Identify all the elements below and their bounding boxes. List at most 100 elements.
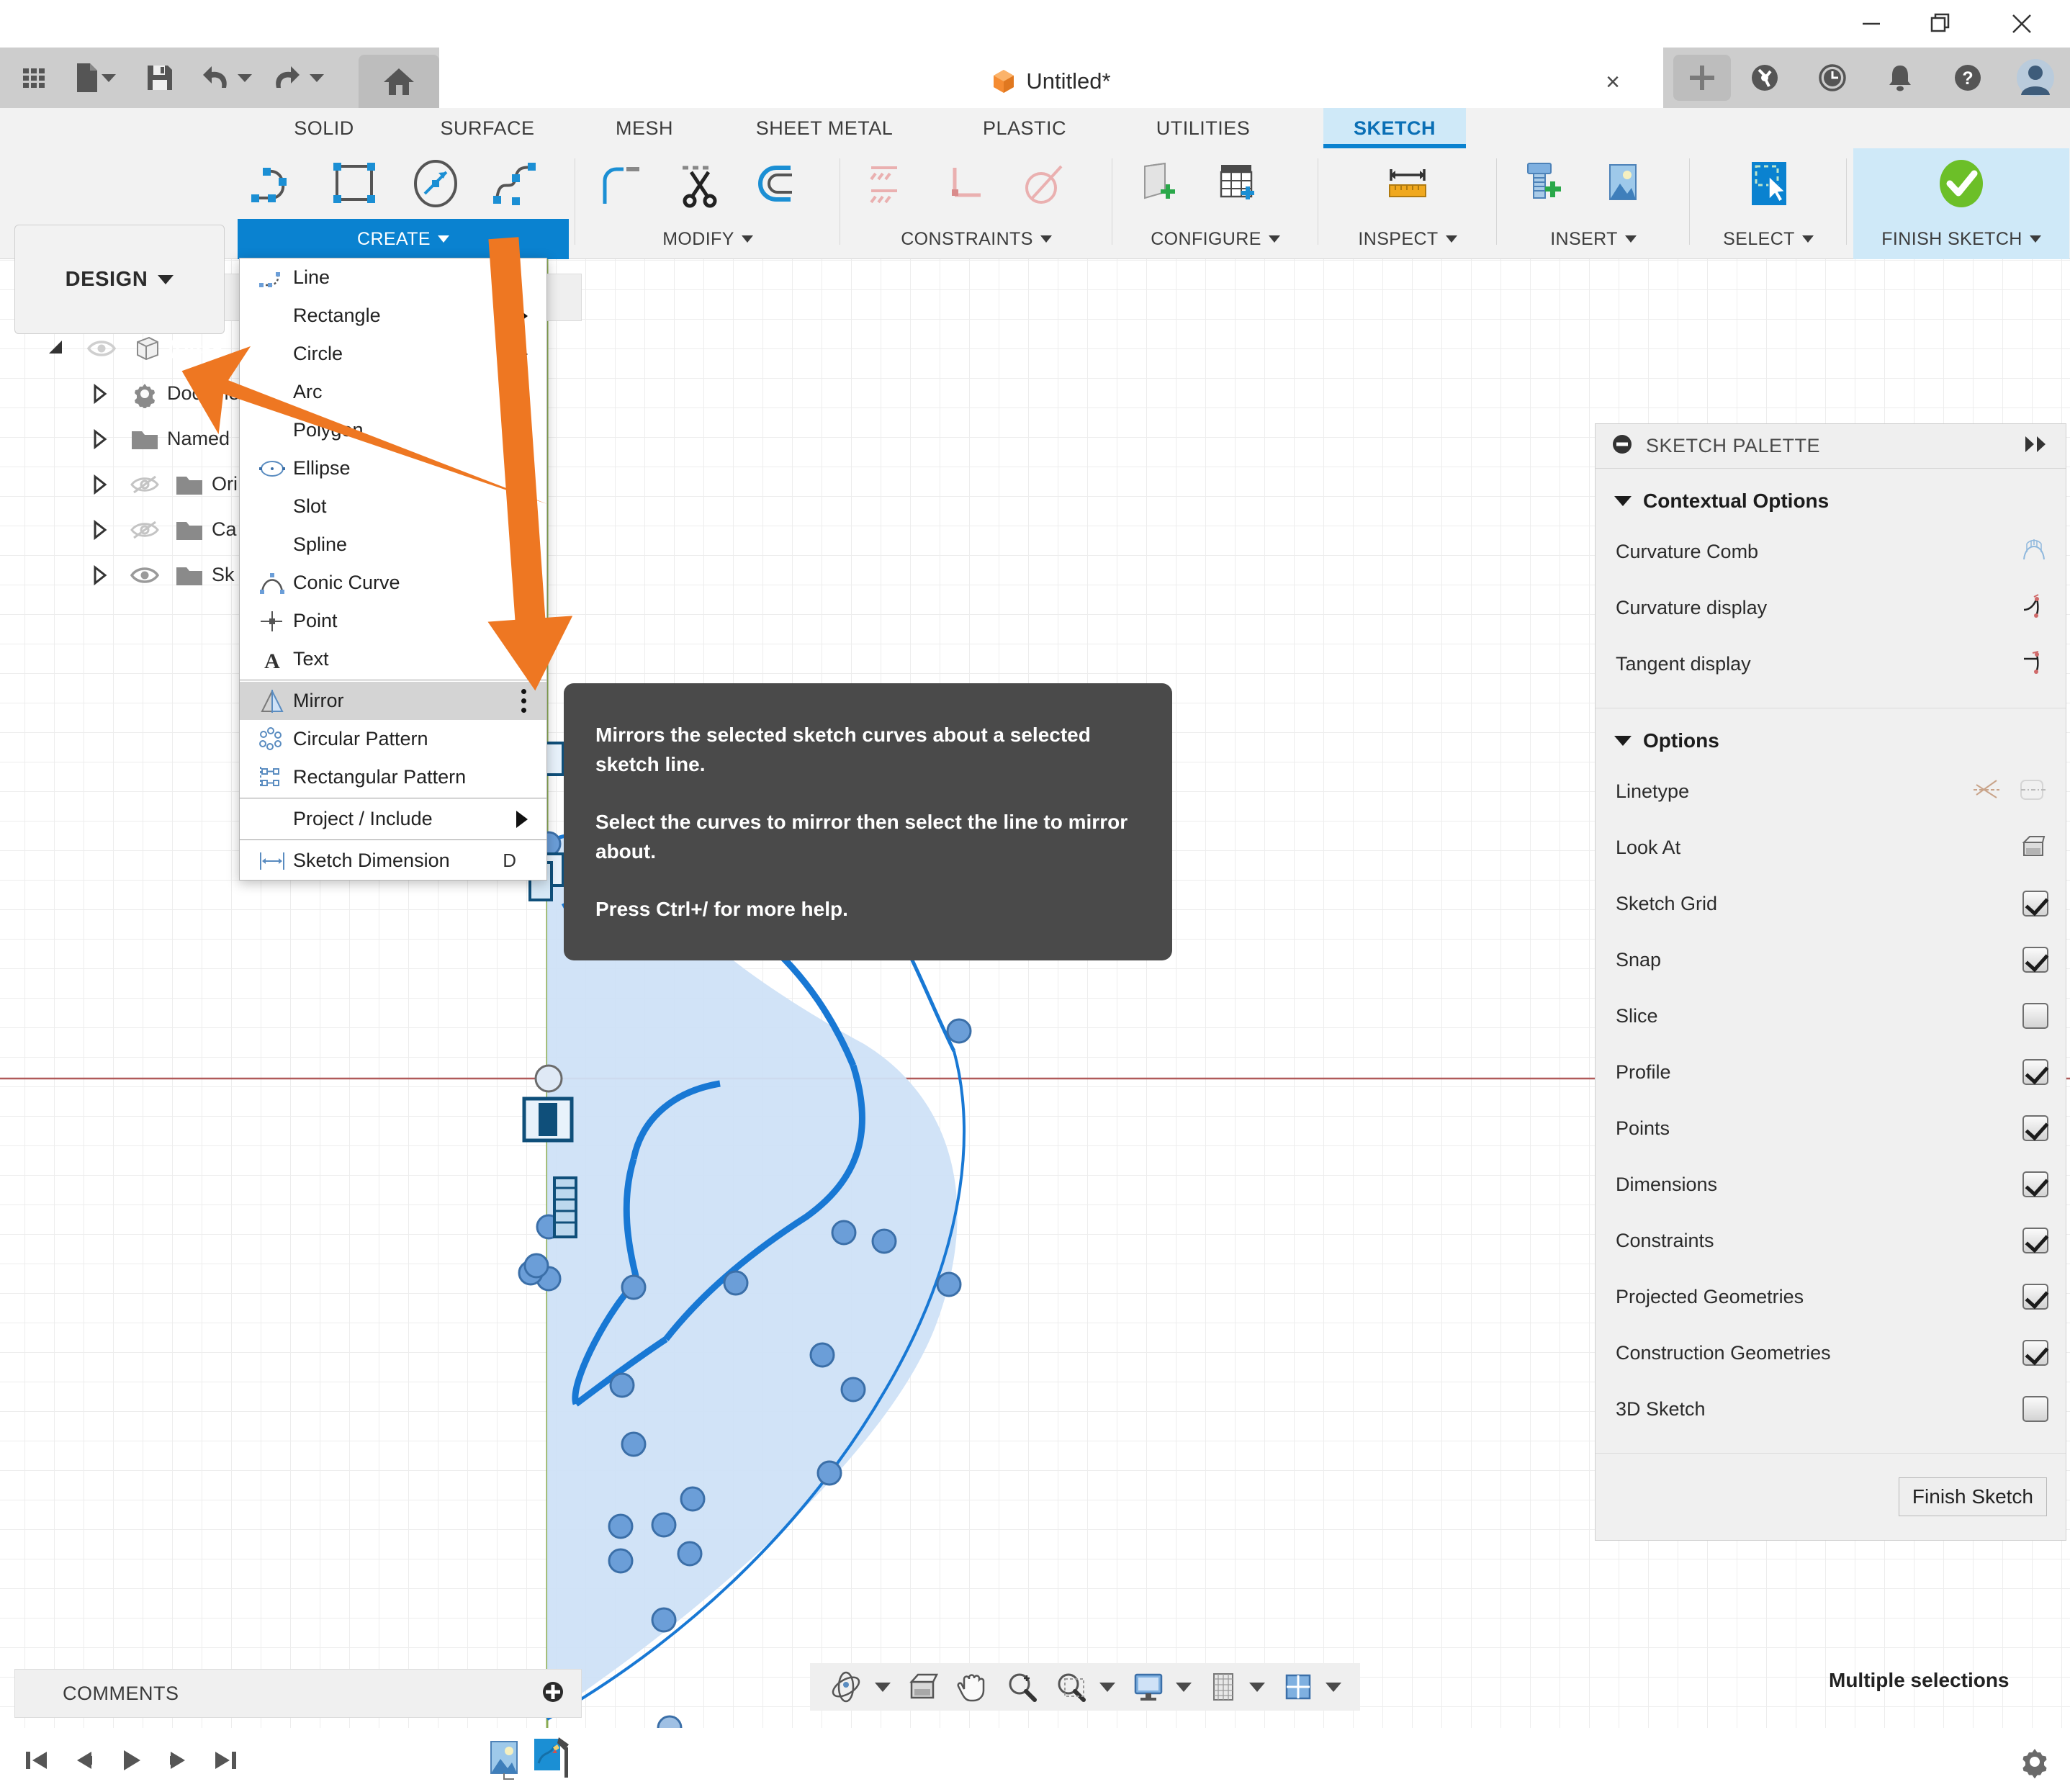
offset-icon[interactable] [740,148,819,219]
menu-item-point[interactable]: Point [240,602,546,640]
menu-item-project-include[interactable]: Project / Include [240,800,546,838]
circle-icon[interactable] [396,148,475,219]
palette-row-look-at[interactable]: Look At [1596,819,2066,875]
projected-geometries-checkbox[interactable] [2022,1284,2048,1310]
ribbon-panel-constraints-label[interactable]: CONSTRAINTS [847,219,1106,259]
chevron-down-icon[interactable] [1249,1682,1265,1692]
palette-row-tangent-display[interactable]: Tangent display [1596,636,2066,692]
app-grid-icon[interactable] [7,48,60,108]
measure-icon[interactable] [1368,148,1447,219]
menu-item-polygon[interactable]: Polygon [240,411,546,449]
line-icon[interactable] [238,148,317,219]
overflow-dots-icon[interactable] [521,689,526,713]
look-at-icon[interactable] [899,1663,948,1711]
zoom-in-icon[interactable] [997,1663,1046,1711]
menu-item-line[interactable]: Line L [240,258,546,297]
visibility-eye-icon[interactable] [79,338,124,359]
palette-row-slice[interactable]: Slice [1596,988,2066,1044]
expander-collapsed-icon[interactable] [78,428,122,450]
ribbon-tab-solid[interactable]: SOLID [259,108,389,148]
trim-scissors-icon[interactable] [661,148,740,219]
document-tab[interactable]: Untitled* × [439,55,1663,108]
section-header-contextual[interactable]: Contextual Options [1596,479,2066,523]
sketch-palette-header[interactable]: SKETCH PALETTE [1596,424,2066,469]
timeline-step-back-icon[interactable] [59,1728,107,1792]
close-button[interactable] [1987,0,2056,48]
ribbon-panel-insert-label[interactable]: INSERT [1503,219,1683,259]
chevron-down-icon[interactable] [1099,1682,1115,1692]
zoom-window-icon[interactable] [1046,1663,1097,1711]
menu-item-spline[interactable]: Spline [240,526,546,564]
timeline-canvas-feature[interactable] [487,1737,526,1786]
timeline-first-icon[interactable] [12,1728,59,1792]
double-chevron-right-icon[interactable] [2022,435,2050,457]
menu-item-ellipse[interactable]: Ellipse [240,449,546,487]
3d-sketch-checkbox[interactable] [2022,1396,2048,1422]
constraints-checkbox[interactable] [2022,1228,2048,1253]
home-icon[interactable] [359,55,439,108]
rectangle-icon[interactable] [317,148,396,219]
minus-circle-icon[interactable] [1611,433,1633,459]
new-file-icon[interactable] [60,48,130,108]
add-tab-icon[interactable] [1673,55,1731,101]
finish-sketch-button[interactable]: Finish Sketch [1898,1477,2047,1516]
ribbon-tab-mesh[interactable]: MESH [583,108,706,148]
workspace-switcher-design[interactable]: DESIGN [14,225,225,334]
ribbon-panel-finish-sketch-label[interactable]: FINISH SKETCH [1853,219,2069,259]
horizontal-vertical-icon[interactable] [847,148,926,219]
menu-item-sketch-dimension[interactable]: Sketch Dimension D [240,842,546,880]
menu-item-mirror[interactable]: Mirror [240,682,546,720]
display-settings-icon[interactable] [1124,1663,1173,1711]
menu-item-text[interactable]: A Text [240,640,546,678]
visibility-hidden-icon[interactable] [122,520,167,540]
dimensions-checkbox[interactable] [2022,1171,2048,1197]
construction-line-icon[interactable] [1972,778,2001,806]
extensions-icon[interactable] [1731,48,1799,108]
ribbon-tab-sketch[interactable]: SKETCH [1323,108,1466,148]
palette-row-snap[interactable]: Snap [1596,932,2066,988]
palette-row-profile[interactable]: Profile [1596,1044,2066,1100]
chevron-down-icon[interactable] [875,1682,891,1692]
ribbon-panel-inspect-label[interactable]: INSPECT [1325,219,1490,259]
fillet-icon[interactable] [582,148,661,219]
chevron-down-icon[interactable] [102,73,116,82]
chevron-down-icon[interactable] [1176,1682,1192,1692]
curvature-display-icon[interactable] [2020,593,2048,622]
configure-table-icon[interactable] [1198,148,1277,219]
configure-body-icon[interactable] [1119,148,1198,219]
slice-checkbox[interactable] [2022,1003,2048,1029]
document-tab-close-icon[interactable]: × [1606,70,1620,94]
section-header-options[interactable]: Options [1596,719,2066,763]
restore-button[interactable] [1906,0,1975,48]
palette-row-curvature-comb[interactable]: Curvature Comb [1596,523,2066,580]
expander-expanded-icon[interactable] [35,338,79,359]
account-avatar[interactable] [2002,48,2069,108]
ribbon-tab-sheet-metal[interactable]: SHEET METAL [716,108,932,148]
expander-collapsed-icon[interactable] [78,564,122,586]
pan-hand-icon[interactable] [948,1663,997,1711]
minimize-button[interactable] [1837,0,1906,48]
create-dropdown-menu[interactable]: Line L Rectangle Circle Arc Polygon Elli… [239,258,547,881]
chevron-down-icon[interactable] [310,73,324,82]
recent-icon[interactable] [1799,48,1866,108]
ribbon-panel-modify-label[interactable]: MODIFY [582,219,834,259]
perpendicular-icon[interactable] [926,148,1005,219]
tangent-icon[interactable] [1005,148,1084,219]
timeline-sketch-feature[interactable] [531,1734,572,1786]
palette-row-projected-geometries[interactable]: Projected Geometries [1596,1269,2066,1325]
menu-item-rectangle[interactable]: Rectangle [240,297,546,335]
ribbon-tab-plastic[interactable]: PLASTIC [949,108,1100,148]
menu-item-conic-curve[interactable]: Conic Curve [240,564,546,602]
undo-icon[interactable] [190,48,262,108]
palette-row-constraints[interactable]: Constraints [1596,1212,2066,1269]
help-icon[interactable]: ? [1934,48,2002,108]
timeline-play-icon[interactable] [107,1728,154,1792]
menu-item-circle[interactable]: Circle [240,335,546,373]
finish-check-icon[interactable] [1922,148,2001,219]
visibility-hidden-icon[interactable] [122,474,167,495]
menu-item-rectangular-pattern[interactable]: Rectangular Pattern [240,758,546,796]
expander-collapsed-icon[interactable] [78,383,122,405]
palette-row-3d-sketch[interactable]: 3D Sketch [1596,1381,2066,1437]
plus-circle-icon[interactable] [541,1680,565,1708]
ribbon-tab-utilities[interactable]: UTILITIES [1117,108,1289,148]
